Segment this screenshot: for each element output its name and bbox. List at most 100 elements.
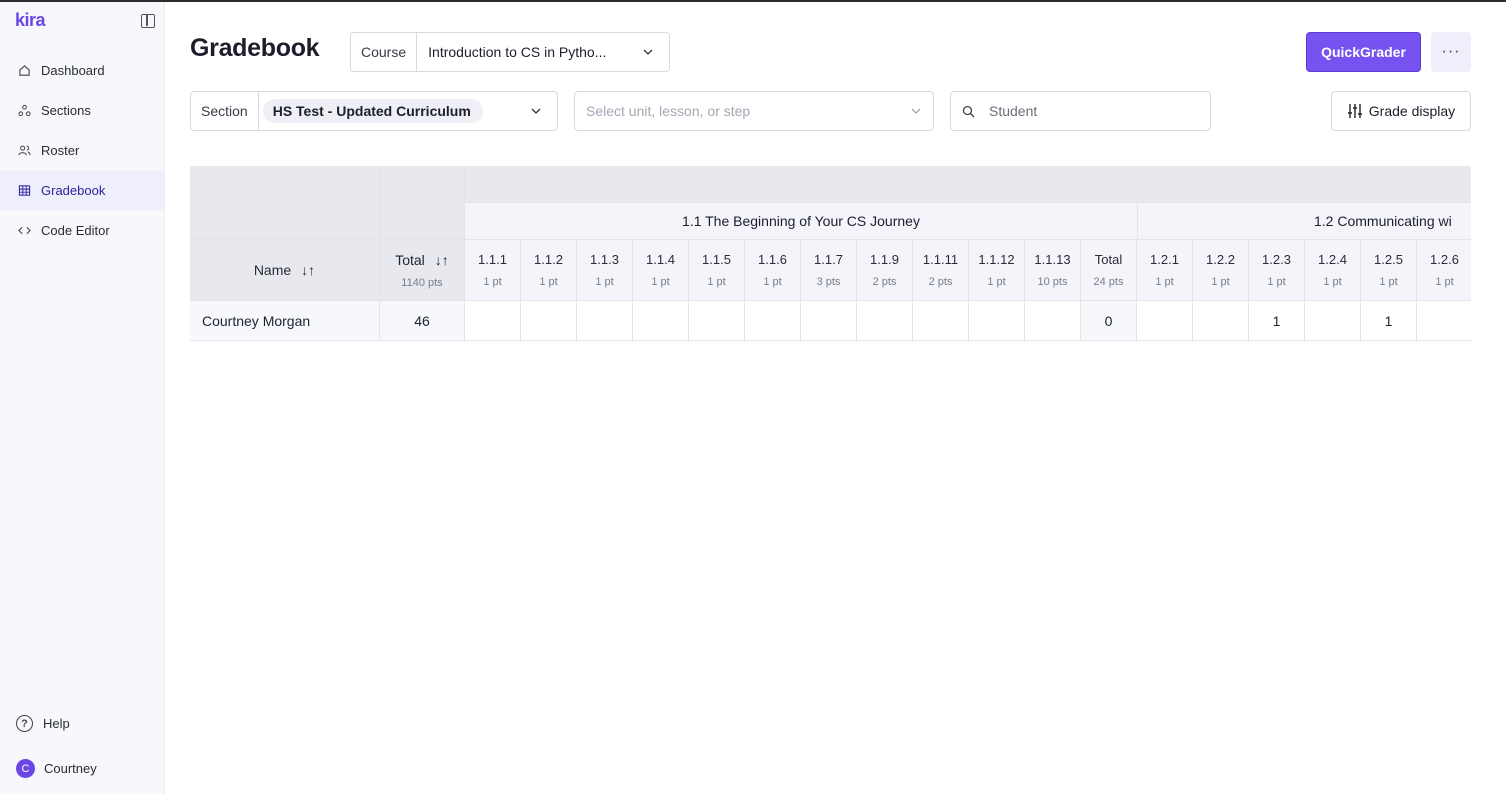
assignment-label: 1.1.1 [478,252,507,267]
sidebar-item-code-editor[interactable]: Code Editor [0,210,165,250]
sort-icon[interactable]: ↓↑ [301,262,315,278]
assignment-points: 1 pt [1435,276,1454,288]
assignment-column-header[interactable]: 1.2.6 1 pt [1417,240,1471,301]
assignment-points: 1 pt [1323,276,1342,288]
chevron-down-icon [911,108,921,114]
score-cell[interactable] [1193,301,1249,341]
student-search[interactable] [950,91,1211,131]
assignment-column-header[interactable]: 1.2.3 1 pt [1249,240,1305,301]
quickgrader-button[interactable]: QuickGrader [1306,32,1421,72]
score-cell[interactable] [1417,301,1471,341]
sidebar: kira Dashboard Sections Roster Gradebook [0,2,165,794]
student-search-input[interactable] [989,103,1189,119]
assignment-label: 1.1.2 [534,252,563,267]
score-cell[interactable] [577,301,633,341]
score-cell[interactable]: 1 [1249,301,1305,341]
users-icon [17,143,31,157]
assignment-points: 2 pts [872,276,897,288]
header-spacer [380,203,465,240]
assignment-column-header[interactable]: 1.1.6 1 pt [745,240,801,301]
assignment-column-header[interactable]: 1.1.13 10 pts [1025,240,1081,301]
user-menu[interactable]: C Courtney [16,759,97,778]
sidebar-item-label: Sections [41,102,91,118]
course-select[interactable]: Course Introduction to CS in Pytho... [350,32,670,72]
collapse-sidebar-icon[interactable] [141,14,155,28]
unit-lesson-step-select[interactable]: Select unit, lesson, or step [574,91,934,131]
lesson-total-cell: 0 [1081,301,1137,341]
score-cell[interactable] [801,301,857,341]
assignment-points: 1 pt [539,276,558,288]
assignment-label: 1.2.4 [1318,252,1347,267]
name-header-label: Name [253,262,292,278]
assignment-column-header[interactable]: 1.2.5 1 pt [1361,240,1417,301]
score-cell[interactable] [465,301,521,341]
assignment-label: 1.2.2 [1206,252,1235,267]
score-cell[interactable] [689,301,745,341]
assignment-column-header[interactable]: 1.1.2 1 pt [521,240,577,301]
student-total-cell: 46 [380,301,465,341]
sidebar-item-dashboard[interactable]: Dashboard [0,50,165,90]
assignment-points: 1 pt [763,276,782,288]
grade-display-button[interactable]: Grade display [1331,91,1471,131]
assignment-label: 1.1.12 [978,252,1015,267]
name-column-header[interactable]: Name ↓↑ [190,240,380,301]
sidebar-item-label: Dashboard [41,62,105,78]
total-header-label: Total [395,251,425,268]
sidebar-item-sections[interactable]: Sections [0,90,165,130]
assignment-points: 1 pt [707,276,726,288]
sidebar-item-gradebook[interactable]: Gradebook [0,170,165,210]
assignment-column-header[interactable]: 1.1.7 3 pts [801,240,857,301]
total-points: 1140 pts [401,276,443,289]
group-header-1-1: 1.1 The Beginning of Your CS Journey [465,203,1138,240]
assignment-column-header[interactable]: 1.1.11 2 pts [913,240,969,301]
assignment-column-header[interactable]: 1.1.4 1 pt [633,240,689,301]
gradebook-table: 1.1 The Beginning of Your CS Journey 1.2… [190,166,1471,341]
student-name: Courtney Morgan [202,312,311,329]
assignment-label: 1.1.5 [702,252,731,267]
total-column-header[interactable]: Total ↓↑ 1140 pts [380,240,465,301]
assignment-column-header[interactable]: 1.1.1 1 pt [465,240,521,301]
assignment-column-header[interactable]: 1.1.5 1 pt [689,240,745,301]
score-cell[interactable] [1025,301,1081,341]
header-spacer [190,203,380,240]
sidebar-item-roster[interactable]: Roster [0,130,165,170]
header-spacer [380,166,465,203]
assignment-column-header[interactable]: 1.1.9 2 pts [857,240,913,301]
score-cell[interactable] [913,301,969,341]
more-options-button[interactable]: ··· [1431,32,1471,72]
code-icon [17,223,31,237]
assignment-label: 1.2.1 [1150,252,1179,267]
sidebar-item-label: Code Editor [41,222,110,238]
assignment-label: 1.1.9 [870,252,899,267]
assignment-points: 24 pts [1093,276,1124,288]
help-link[interactable]: ? Help [16,715,70,732]
section-select[interactable]: Section HS Test - Updated Curriculum [190,91,558,131]
student-total: 46 [414,312,430,329]
assignment-label: 1.1.13 [1034,252,1071,267]
grid-icon [17,183,31,197]
assignment-column-header[interactable]: 1.2.1 1 pt [1137,240,1193,301]
assignment-column-header[interactable]: 1.2.2 1 pt [1193,240,1249,301]
score-cell[interactable] [745,301,801,341]
score-cell[interactable] [521,301,577,341]
assignment-points: 1 pt [595,276,614,288]
assignment-label: 1.1.3 [590,252,619,267]
assignment-label: 1.2.3 [1262,252,1291,267]
assignment-column-header[interactable]: 1.1.3 1 pt [577,240,633,301]
score-cell[interactable] [633,301,689,341]
score-cell[interactable] [1137,301,1193,341]
section-label: Section [191,92,259,130]
sort-icon[interactable]: ↓↑ [435,252,449,268]
score-cell[interactable] [857,301,913,341]
student-name-cell[interactable]: Courtney Morgan [190,301,380,341]
assignment-column-header[interactable]: Total 24 pts [1081,240,1137,301]
assignment-column-header[interactable]: 1.1.12 1 pt [969,240,1025,301]
assignment-points: 1 pt [1379,276,1398,288]
score-cell[interactable]: 1 [1361,301,1417,341]
score-cell[interactable] [1305,301,1361,341]
group-header-1-2: 1.2 Communicating wi [1138,203,1471,240]
score-cell[interactable] [969,301,1025,341]
kira-logo[interactable]: kira [15,10,46,31]
assignment-column-header[interactable]: 1.2.4 1 pt [1305,240,1361,301]
grade-display-label: Grade display [1368,103,1456,119]
